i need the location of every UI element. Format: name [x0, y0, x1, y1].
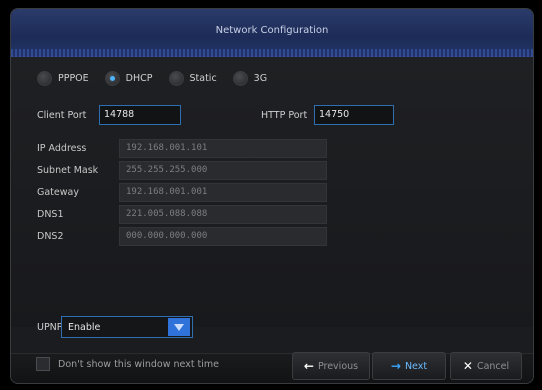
previous-button[interactable]: ← Previous [292, 352, 370, 380]
http-port-label: HTTP Port [261, 110, 308, 121]
ip-address-label: IP Address [37, 143, 87, 154]
dns1-field[interactable]: 221.005.088.088 [119, 205, 327, 224]
radio-dhcp[interactable]: DHCP [104, 71, 153, 86]
next-button[interactable]: → Next [372, 352, 446, 380]
close-icon: ✕ [462, 359, 473, 373]
ip-address-field[interactable]: 192.168.001.101 [119, 139, 327, 158]
chevron-down-icon[interactable] [168, 318, 190, 336]
next-label: Next [404, 360, 428, 372]
dont-show-checkbox[interactable] [36, 357, 50, 371]
dns1-label: DNS1 [37, 209, 64, 220]
radio-label: 3G [253, 73, 268, 84]
upnp-select[interactable]: Enable [61, 316, 193, 338]
cancel-button[interactable]: ✕ Cancel [450, 352, 522, 380]
radio-label: PPPOE [58, 73, 89, 84]
dns2-field[interactable]: 000.000.000.000 [119, 227, 327, 246]
radio-3g[interactable]: 3G [232, 71, 268, 86]
network-mode-group: PPPOE DHCP Static 3G [37, 71, 283, 86]
radio-button-icon [168, 71, 184, 86]
title-stripe [11, 49, 533, 57]
dns2-label: DNS2 [37, 231, 64, 242]
http-port-input[interactable]: 14750 [314, 105, 394, 125]
subnet-mask-field[interactable]: 255.255.255.000 [119, 161, 327, 180]
gateway-field[interactable]: 192.168.001.001 [119, 183, 327, 202]
radio-button-icon [232, 71, 248, 86]
client-port-input[interactable]: 14788 [99, 105, 181, 125]
gateway-label: Gateway [37, 187, 79, 198]
cancel-label: Cancel [476, 360, 510, 372]
upnp-value: Enable [68, 321, 101, 333]
network-configuration-window: Network Configuration PPPOE DHCP Static … [10, 8, 534, 384]
arrow-left-icon: ← [303, 359, 314, 373]
arrow-right-icon: → [390, 359, 401, 373]
radio-label: Static [189, 73, 217, 84]
radio-button-icon [37, 71, 52, 86]
subnet-mask-label: Subnet Mask [37, 165, 99, 176]
title-bar: Network Configuration [11, 9, 533, 57]
previous-label: Previous [317, 360, 359, 372]
dont-show-label: Don't show this window next time [58, 359, 220, 370]
window-title: Network Configuration [215, 25, 329, 36]
radio-pppoe[interactable]: PPPOE [37, 71, 89, 86]
radio-button-icon [104, 71, 120, 86]
radio-static[interactable]: Static [168, 71, 217, 86]
radio-label: DHCP [125, 73, 153, 84]
client-port-label: Client Port [37, 110, 87, 121]
upnp-label: UPNP [37, 322, 63, 333]
